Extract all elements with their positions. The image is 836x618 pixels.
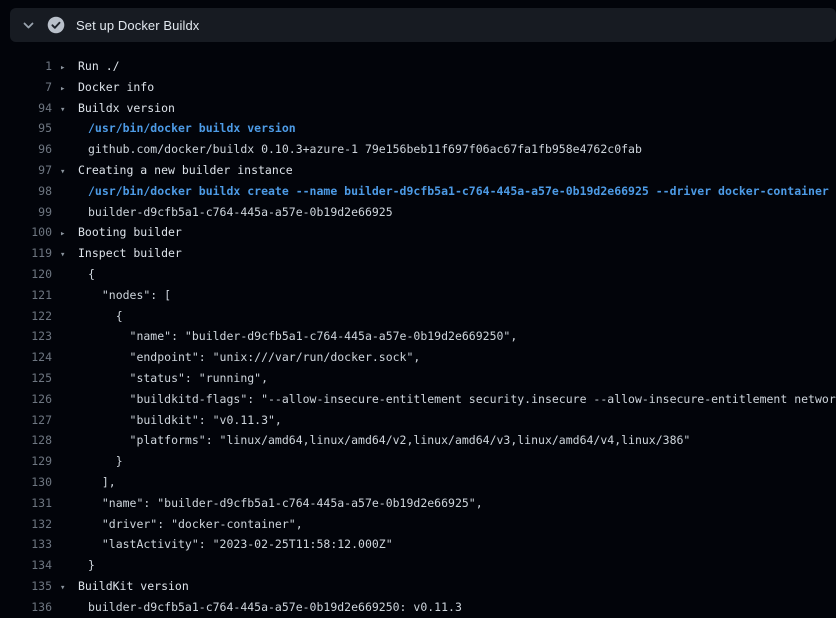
log-line: 132 "driver": "docker-container", xyxy=(0,514,836,535)
log-line: 127 "buildkit": "v0.11.3", xyxy=(0,410,836,431)
log-line: 94 ▾Buildx version xyxy=(0,98,836,119)
line-number[interactable]: 130 xyxy=(0,472,52,493)
line-number[interactable]: 99 xyxy=(0,202,52,223)
log-line: 123 "name": "builder-d9cfb5a1-c764-445a-… xyxy=(0,326,836,347)
log-line: 125 "status": "running", xyxy=(0,368,836,389)
step-header[interactable]: Set up Docker Buildx xyxy=(10,8,836,42)
log-line: 134} xyxy=(0,555,836,576)
log-line: 136 builder-d9cfb5a1-c764-445a-a57e-0b19d… xyxy=(0,597,836,618)
group-title[interactable]: Docker info xyxy=(78,80,154,94)
line-number[interactable]: 122 xyxy=(0,306,52,327)
line-number[interactable]: 131 xyxy=(0,493,52,514)
log-line: 130 ], xyxy=(0,472,836,493)
group-chevron-collapsed-icon[interactable]: ▸ xyxy=(60,58,78,77)
line-number[interactable]: 96 xyxy=(0,139,52,160)
line-number[interactable]: 1 xyxy=(0,56,52,77)
group-title[interactable]: Inspect builder xyxy=(78,246,182,260)
line-number[interactable]: 119 xyxy=(0,243,52,264)
output-text: } xyxy=(88,454,123,468)
log-line: 100 ▸Booting builder xyxy=(0,222,836,243)
log-line: 98/usr/bin/docker buildx create --name b… xyxy=(0,181,836,202)
command-text: /usr/bin/docker buildx create --name bui… xyxy=(88,184,829,198)
log-line: 133 "lastActivity": "2023-02-25T11:58:12… xyxy=(0,534,836,555)
output-text: "lastActivity": "2023-02-25T11:58:12.000… xyxy=(88,537,393,551)
check-circle-icon xyxy=(47,16,65,34)
line-number[interactable]: 94 xyxy=(0,98,52,119)
line-number[interactable]: 132 xyxy=(0,514,52,535)
group-title[interactable]: Run ./ xyxy=(78,59,120,73)
line-number[interactable]: 7 xyxy=(0,77,52,98)
output-text: ], xyxy=(88,475,116,489)
line-number[interactable]: 136 xyxy=(0,597,52,618)
line-number[interactable]: 120 xyxy=(0,264,52,285)
step-title: Set up Docker Buildx xyxy=(76,18,199,33)
log-line: 124 "endpoint": "unix:///var/run/docker.… xyxy=(0,347,836,368)
line-number[interactable]: 98 xyxy=(0,181,52,202)
line-number[interactable]: 121 xyxy=(0,285,52,306)
log-line: 1 ▸Run ./ xyxy=(0,56,836,77)
log-line: 129 } xyxy=(0,451,836,472)
line-number[interactable]: 129 xyxy=(0,451,52,472)
log-line: 119 ▾Inspect builder xyxy=(0,243,836,264)
output-text: "buildkit": "v0.11.3", xyxy=(88,413,282,427)
group-title[interactable]: Buildx version xyxy=(78,101,175,115)
chevron-down-icon[interactable] xyxy=(20,17,36,33)
group-chevron-expanded-icon[interactable]: ▾ xyxy=(60,245,78,264)
output-text: builder-d9cfb5a1-c764-445a-a57e-0b19d2e6… xyxy=(88,600,462,614)
line-number[interactable]: 123 xyxy=(0,326,52,347)
log-lines: 1▸Run ./7▸Docker info94▾Buildx version95… xyxy=(0,56,836,618)
output-text: github.com/docker/buildx 0.10.3+azure-1 … xyxy=(88,142,642,156)
line-number[interactable]: 95 xyxy=(0,118,52,139)
log-line: 131 "name": "builder-d9cfb5a1-c764-445a-… xyxy=(0,493,836,514)
output-text: "name": "builder-d9cfb5a1-c764-445a-a57e… xyxy=(88,496,483,510)
command-text: /usr/bin/docker buildx version xyxy=(88,121,296,135)
output-text: "status": "running", xyxy=(88,371,268,385)
log-line: 95/usr/bin/docker buildx version xyxy=(0,118,836,139)
group-title[interactable]: Booting builder xyxy=(78,225,182,239)
group-chevron-expanded-icon[interactable]: ▾ xyxy=(60,578,78,597)
line-number[interactable]: 133 xyxy=(0,534,52,555)
group-chevron-collapsed-icon[interactable]: ▸ xyxy=(60,224,78,243)
line-number[interactable]: 135 xyxy=(0,576,52,597)
line-number[interactable]: 126 xyxy=(0,389,52,410)
group-chevron-expanded-icon[interactable]: ▾ xyxy=(60,162,78,181)
output-text: { xyxy=(88,267,95,281)
line-number[interactable]: 128 xyxy=(0,430,52,451)
output-text: "nodes": [ xyxy=(88,288,171,302)
log-line: 122 { xyxy=(0,306,836,327)
output-text: "endpoint": "unix:///var/run/docker.sock… xyxy=(88,350,420,364)
log-line: 121 "nodes": [ xyxy=(0,285,836,306)
log-line: 128 "platforms": "linux/amd64,linux/amd6… xyxy=(0,430,836,451)
log-line: 120 { xyxy=(0,264,836,285)
log-line: 135 ▾BuildKit version xyxy=(0,576,836,597)
log-line: 7 ▸Docker info xyxy=(0,77,836,98)
line-number[interactable]: 134 xyxy=(0,555,52,576)
output-text: } xyxy=(88,558,95,572)
group-chevron-expanded-icon[interactable]: ▾ xyxy=(60,100,78,119)
group-chevron-collapsed-icon[interactable]: ▸ xyxy=(60,79,78,98)
log-line: 96 github.com/docker/buildx 0.10.3+azure-… xyxy=(0,139,836,160)
output-text: "buildkitd-flags": "--allow-insecure-ent… xyxy=(88,392,836,406)
line-number[interactable]: 97 xyxy=(0,160,52,181)
output-text: "platforms": "linux/amd64,linux/amd64/v2… xyxy=(88,433,690,447)
line-number[interactable]: 127 xyxy=(0,410,52,431)
log-line: 126 "buildkitd-flags": "--allow-insecure… xyxy=(0,389,836,410)
output-text: "name": "builder-d9cfb5a1-c764-445a-a57e… xyxy=(88,329,517,343)
group-title[interactable]: Creating a new builder instance xyxy=(78,163,293,177)
line-number[interactable]: 125 xyxy=(0,368,52,389)
group-title[interactable]: BuildKit version xyxy=(78,579,189,593)
output-text: { xyxy=(88,309,123,323)
line-number[interactable]: 124 xyxy=(0,347,52,368)
log-line: 97 ▾Creating a new builder instance xyxy=(0,160,836,181)
output-text: builder-d9cfb5a1-c764-445a-a57e-0b19d2e6… xyxy=(88,205,393,219)
line-number[interactable]: 100 xyxy=(0,222,52,243)
output-text: "driver": "docker-container", xyxy=(88,517,303,531)
log-line: 99 builder-d9cfb5a1-c764-445a-a57e-0b19d2… xyxy=(0,202,836,223)
